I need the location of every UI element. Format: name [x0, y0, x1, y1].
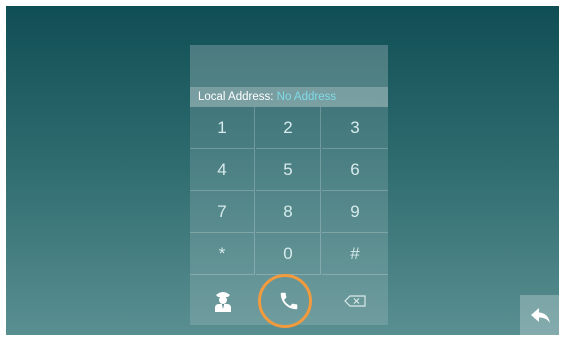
key-8[interactable]: 8 [256, 191, 321, 233]
key-5[interactable]: 5 [256, 149, 321, 191]
local-address-value: No Address [276, 91, 337, 103]
security-guard-icon [215, 292, 231, 312]
key-3[interactable]: 3 [322, 107, 388, 149]
key-9[interactable]: 9 [322, 191, 388, 233]
local-address-bar: Local Address: No Address [190, 87, 388, 107]
highlight-ring [258, 274, 312, 328]
dial-pad: Local Address: No Address 1 2 3 4 5 6 7 … [190, 45, 388, 328]
key-6[interactable]: 6 [322, 149, 388, 191]
key-0[interactable]: 0 [256, 233, 321, 275]
intercom-screen: Local Address: No Address 1 2 3 4 5 6 7 … [6, 6, 559, 335]
key-1[interactable]: 1 [190, 107, 255, 149]
number-display [190, 45, 388, 87]
back-button[interactable] [520, 295, 559, 335]
key-2[interactable]: 2 [256, 107, 321, 149]
key-hash[interactable]: # [322, 233, 388, 275]
back-arrow-icon [530, 307, 550, 323]
local-address-label: Local Address: [198, 91, 274, 103]
key-7[interactable]: 7 [190, 191, 255, 233]
key-star[interactable]: * [190, 233, 255, 275]
action-row [190, 274, 388, 328]
key-4[interactable]: 4 [190, 149, 255, 191]
guard-call-button[interactable] [190, 277, 256, 325]
delete-button[interactable] [322, 277, 388, 325]
backspace-icon [344, 295, 366, 307]
